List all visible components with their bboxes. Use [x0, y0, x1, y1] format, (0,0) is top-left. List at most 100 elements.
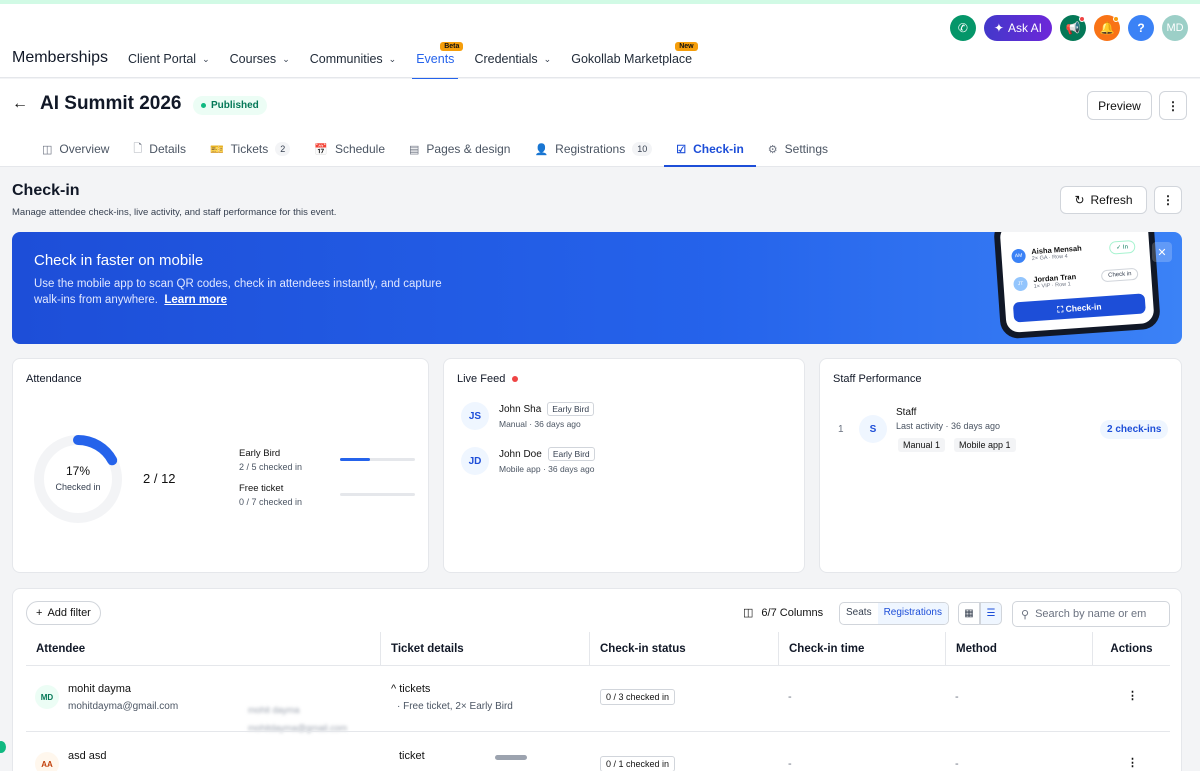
row-actions-icon[interactable]: ⋮ — [1127, 689, 1138, 702]
tab-label: Tickets — [230, 142, 269, 156]
tab-label: Details — [149, 142, 186, 156]
tab-label: Settings — [784, 142, 829, 156]
nav-events[interactable]: Beta Events — [412, 42, 464, 80]
refresh-label: Refresh — [1090, 193, 1133, 207]
bell-icon[interactable]: 🔔 — [1094, 15, 1120, 41]
plus-icon: + — [36, 607, 43, 619]
back-arrow-icon[interactable]: ← — [12, 95, 28, 113]
col-check-in-status[interactable]: Check-in status — [590, 632, 779, 665]
user-avatar[interactable]: MD — [1162, 15, 1188, 41]
nav-label: Gokollab Marketplace — [571, 52, 693, 66]
learn-more-link[interactable]: Learn more — [164, 294, 227, 306]
more-menu-icon[interactable]: ⋮ — [1159, 91, 1187, 120]
avatar: MD — [35, 685, 59, 709]
ticket-chip: Early Bird — [547, 447, 595, 461]
status-chip: 0 / 3 checked in — [600, 689, 676, 705]
attendance-percent: 17% — [65, 464, 91, 478]
attendee-name[interactable]: asd asd — [68, 750, 107, 762]
check-in-badge: Check in — [1100, 267, 1139, 283]
ticket-line: ticket — [399, 750, 425, 762]
card-title-label: Live Feed — [457, 373, 506, 385]
tab-details[interactable]: 🗋 Details — [121, 131, 198, 167]
row-actions-icon[interactable]: ⋮ — [1127, 756, 1138, 769]
preview-button[interactable]: Preview — [1087, 91, 1152, 120]
col-method[interactable]: Method — [946, 632, 1093, 665]
nav-courses[interactable]: Courses ⌄ — [230, 44, 290, 74]
list-view-icon[interactable]: ☰ — [980, 602, 1002, 625]
attendee-table: + Add filter ◫ 6/7 Columns Seats Registrati… — [12, 588, 1182, 771]
refresh-button[interactable]: ↻ Refresh — [1060, 186, 1147, 214]
search-input[interactable]: ⚲ Search by name or em — [1012, 601, 1170, 627]
feed-name: John Sha Early Bird — [499, 402, 595, 416]
feed-name: John Doe Early Bird — [499, 447, 595, 461]
nav-credentials[interactable]: Credentials ⌄ — [474, 44, 551, 74]
person-icon: 👤 — [534, 143, 549, 156]
attendee-name[interactable]: mohit dayma — [68, 683, 131, 695]
chevron-down-icon: ⌄ — [282, 53, 290, 64]
feed-name-label: John Sha — [499, 403, 542, 415]
col-attendee[interactable]: Attendee — [26, 632, 381, 665]
beta-badge: Beta — [440, 42, 464, 51]
feed-sub: Manual · 36 days ago — [499, 419, 581, 429]
view-segment: Seats Registrations — [839, 602, 949, 625]
avatar: S — [859, 415, 887, 443]
feed-item: JS John Sha Early Bird Manual · 36 days ag… — [461, 402, 595, 430]
nav-communities[interactable]: Communities ⌄ — [310, 44, 396, 74]
nav-client-portal[interactable]: Client Portal ⌄ — [128, 44, 210, 74]
seats-toggle[interactable]: Seats — [840, 603, 878, 624]
phone-check-in-button: ⛶ Check-in — [1012, 293, 1146, 323]
page-icon: ▤ — [409, 143, 420, 156]
tab-pages-design[interactable]: ▤ Pages & design — [397, 131, 522, 167]
columns-toggle[interactable]: ◫ 6/7 Columns — [743, 606, 823, 620]
search-icon: ⚲ — [1021, 608, 1030, 621]
banner-text: Use the mobile app to scan QR codes, che… — [34, 276, 464, 308]
tab-registrations[interactable]: 👤 Registrations 10 — [522, 131, 664, 167]
event-header: ← AI Summit 2026 Published Preview ⋮ ◫ Ov… — [0, 79, 1200, 167]
tab-label: Pages & design — [426, 142, 511, 156]
tab-count: 2 — [275, 142, 291, 156]
phone-icon[interactable]: ✆ — [949, 15, 976, 41]
ticket-name: Early Bird — [239, 448, 281, 459]
megaphone-icon[interactable]: 📢 — [1060, 15, 1086, 41]
mobile-promo-banner: Check in faster on mobile Use the mobile… — [12, 232, 1182, 344]
ask-ai-button[interactable]: ✦ Ask AI — [983, 15, 1052, 41]
staff-rank: 1 — [838, 424, 844, 435]
ask-ai-label: Ask AI — [1007, 21, 1042, 35]
staff-name: Staff — [896, 407, 917, 418]
tab-label: Check-in — [693, 142, 744, 156]
tab-overview[interactable]: ◫ Overview — [30, 131, 121, 167]
top-actions: ✆ ✦ Ask AI 📢 🔔 ? MD — [949, 15, 1188, 41]
method-chip: Manual 1 — [898, 438, 946, 452]
drag-handle[interactable] — [495, 755, 527, 760]
add-filter-button[interactable]: + Add filter — [26, 601, 101, 625]
add-filter-label: Add filter — [47, 607, 91, 619]
attendance-ring — [34, 435, 122, 523]
phone-row: JT Jordan Tran 1× VIP · Row 1 — [1013, 272, 1077, 291]
attendance-card: Attendance 17% Checked in 2 / 12 Early B… — [12, 358, 429, 573]
tab-count: 10 — [632, 142, 653, 156]
col-ticket-details[interactable]: Ticket details — [381, 632, 590, 665]
status-dot — [201, 103, 206, 108]
tab-tickets[interactable]: 🎫 Tickets 2 — [198, 131, 302, 167]
registrations-toggle[interactable]: Registrations — [877, 603, 948, 624]
tab-settings[interactable]: ⚙ Settings — [756, 131, 840, 167]
check-in-count-badge: 2 check-ins — [1100, 420, 1169, 439]
feed-sub: Mobile app · 36 days ago — [499, 464, 595, 474]
help-icon[interactable]: ? — [1128, 15, 1154, 41]
close-icon[interactable]: ✕ — [1152, 242, 1172, 262]
tab-schedule[interactable]: 📅 Schedule — [302, 131, 397, 167]
check-in-time: - — [788, 758, 792, 770]
col-check-in-time[interactable]: Check-in time — [779, 632, 946, 665]
avatar: AA — [35, 752, 59, 771]
nav-marketplace[interactable]: New Gokollab Marketplace — [571, 42, 698, 74]
section-title: Check-in — [12, 182, 80, 199]
method-chip: Mobile app 1 — [954, 438, 1016, 452]
notification-dot — [1079, 16, 1085, 22]
grid-view-icon[interactable]: ▦ — [958, 602, 980, 625]
chevron-down-icon: ⌄ — [388, 53, 397, 64]
attendance-ratio: 2 / 12 — [143, 471, 176, 486]
ticket-sub: 0 / 7 checked in — [239, 497, 303, 507]
more-menu-icon[interactable]: ⋮ — [1154, 186, 1182, 214]
tab-check-in[interactable]: ☑ Check-in — [664, 131, 756, 167]
avatar: JT — [1013, 275, 1028, 291]
